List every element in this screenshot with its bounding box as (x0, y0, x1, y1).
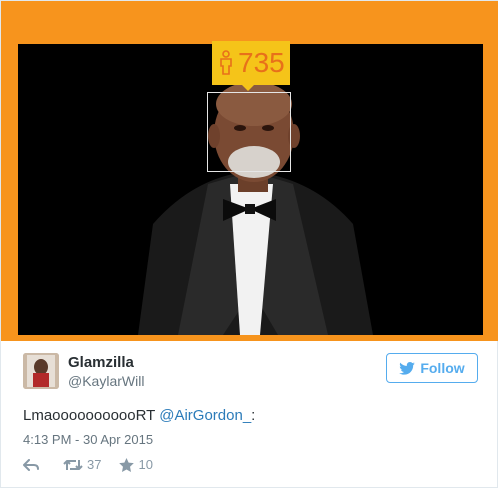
star-icon (119, 457, 135, 472)
timestamp[interactable]: 4:13 PM - 30 Apr 2015 (23, 432, 153, 447)
avatar-image (23, 353, 59, 389)
favorite-button[interactable]: 10 (119, 457, 153, 472)
bird-icon (399, 361, 416, 375)
tweet-body: Glamzilla @KaylarWill Follow Lmaoooooooo… (1, 341, 498, 488)
person-icon (220, 50, 232, 75)
follow-label: Follow (420, 360, 465, 376)
display-name[interactable]: Glamzilla (68, 354, 134, 371)
tweet-text: LmaooooooooooRT @AirGordon_: (23, 407, 255, 424)
tweet-actions: 37 10 (23, 457, 153, 472)
tweet-text-suffix: : (251, 407, 256, 424)
reply-icon (23, 458, 39, 471)
handle[interactable]: @KaylarWill (68, 373, 144, 389)
retweet-count: 37 (87, 457, 102, 472)
favorite-count: 10 (138, 457, 153, 472)
age-value: 735 (238, 47, 285, 78)
avatar[interactable] (23, 353, 59, 389)
age-badge: 735 (212, 41, 290, 91)
reply-button[interactable] (23, 458, 39, 471)
tweet-card: 735 Glamzilla @KaylarWill Follow Lmaoooo… (0, 0, 498, 488)
retweet-button[interactable]: 37 (63, 457, 101, 472)
retweet-icon (63, 459, 83, 470)
face-detection-box (207, 92, 291, 172)
tweet-media[interactable]: 735 (1, 1, 498, 341)
mention-link[interactable]: @AirGordon_ (159, 407, 251, 424)
tweet-text-prefix: LmaooooooooooRT (23, 407, 160, 424)
follow-button[interactable]: Follow (386, 353, 478, 383)
